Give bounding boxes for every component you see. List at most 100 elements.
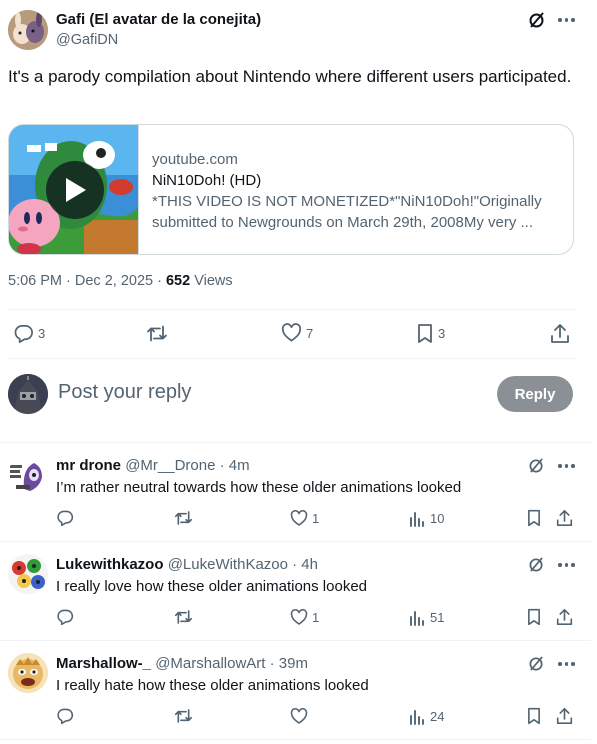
share-button[interactable] (556, 707, 573, 725)
reply-button[interactable]: 3 (13, 323, 45, 344)
reply-avatar[interactable] (8, 653, 48, 693)
bookmark-icon (526, 707, 542, 725)
grok-icon[interactable] (528, 655, 545, 672)
reply-submit-button[interactable]: Reply (497, 376, 573, 412)
bookmark-button[interactable] (526, 608, 542, 626)
tweet-meta: 5:06 PM · Dec 2, 2025 · 652 Views (8, 273, 233, 289)
more-icon[interactable] (558, 563, 575, 567)
views-count: 24 (430, 709, 445, 724)
share-button[interactable] (550, 323, 570, 344)
card-title: NiN10Doh! (HD) (152, 172, 262, 189)
author-name[interactable]: Gafi (El avatar de la conejita) (56, 11, 261, 28)
heart-icon (290, 510, 308, 527)
divider (0, 640, 591, 641)
share-icon (556, 707, 573, 725)
reply-avatar[interactable] (8, 554, 48, 594)
more-icon[interactable] (558, 464, 575, 468)
reply-icon (56, 608, 74, 626)
tweet-text: It's a parody compilation about Nintendo… (8, 67, 572, 86)
reply-author-name[interactable]: Lukewithkazoo (56, 556, 164, 573)
views-button[interactable]: 10 (408, 510, 444, 527)
reply-count: 3 (38, 326, 46, 341)
link-card[interactable]: youtube.com NiN10Doh! (HD) *THIS VIDEO I… (8, 124, 574, 255)
reply-author-handle[interactable]: @LukeWithKazoo · 4h (168, 556, 318, 573)
divider (0, 739, 591, 740)
retweet-icon (174, 509, 193, 527)
divider (0, 541, 591, 542)
share-button[interactable] (556, 509, 573, 527)
more-icon[interactable] (558, 662, 575, 666)
like-count: 1 (312, 610, 320, 625)
reply-avatar[interactable] (8, 455, 48, 495)
bookmark-count: 3 (438, 326, 446, 341)
bookmark-button[interactable]: 3 (416, 323, 445, 344)
play-icon[interactable] (46, 161, 104, 219)
views-button[interactable]: 51 (408, 609, 444, 626)
reply-author-handle[interactable]: @Mr__Drone · 4m (125, 457, 249, 474)
reply-button[interactable] (56, 509, 74, 527)
reply-author-name[interactable]: Marshallow-_ (56, 655, 151, 672)
like-button[interactable] (290, 708, 312, 725)
views-count: 652 (165, 273, 191, 289)
views-icon (408, 609, 426, 626)
share-icon (556, 509, 573, 527)
heart-icon (290, 609, 308, 626)
like-button[interactable]: 7 (281, 323, 313, 343)
grok-icon[interactable] (528, 457, 545, 474)
reply-icon (56, 509, 74, 527)
bookmark-icon (416, 323, 434, 344)
retweet-icon (174, 707, 193, 725)
divider (0, 442, 591, 443)
bookmark-button[interactable] (526, 509, 542, 527)
retweet-button[interactable] (174, 509, 193, 527)
reply-text: I really hate how these older animations… (56, 677, 369, 694)
bookmark-button[interactable] (526, 707, 542, 725)
divider (8, 358, 577, 359)
bookmark-icon (526, 608, 542, 626)
author-handle[interactable]: @GafiDN (56, 32, 118, 48)
reply-text: I really love how these older animations… (56, 578, 368, 595)
retweet-button[interactable] (174, 707, 193, 725)
views-count: 51 (430, 610, 445, 625)
reply-header: Marshallow-_ @MarshallowArt · 39m (56, 655, 308, 672)
retweet-icon (174, 608, 193, 626)
reply-header: mr drone @Mr__Drone · 4m (56, 457, 250, 474)
heart-icon (290, 708, 308, 725)
tweet-time[interactable]: 5:06 PM · Dec 2, 2025 · (8, 273, 166, 289)
user-avatar[interactable] (8, 374, 48, 414)
retweet-button[interactable] (174, 608, 193, 626)
views-label: Views (190, 273, 233, 289)
views-icon (408, 708, 426, 725)
card-description: *THIS VIDEO IS NOT MONETIZED*"NiN10Doh!"… (152, 193, 542, 231)
share-icon (550, 323, 570, 344)
share-button[interactable] (556, 608, 573, 626)
divider (8, 309, 577, 310)
reply-author-handle[interactable]: @MarshallowArt · 39m (155, 655, 308, 672)
reply-button[interactable] (56, 707, 74, 725)
like-count: 1 (312, 511, 320, 526)
share-icon (556, 608, 573, 626)
reply-icon (13, 323, 34, 344)
reply-header: Lukewithkazoo @LukeWithKazoo · 4h (56, 556, 318, 573)
bookmark-icon (526, 509, 542, 527)
video-thumbnail[interactable] (9, 125, 139, 254)
more-icon[interactable] (558, 18, 575, 22)
reply-icon (56, 707, 74, 725)
views-icon (408, 510, 426, 527)
like-button[interactable]: 1 (290, 609, 319, 626)
retweet-icon (146, 323, 168, 344)
reply-author-name[interactable]: mr drone (56, 457, 121, 474)
views-count: 10 (430, 511, 445, 526)
grok-icon[interactable] (528, 556, 545, 573)
views-button[interactable]: 24 (408, 708, 444, 725)
retweet-button[interactable] (146, 323, 172, 344)
card-domain: youtube.com (152, 151, 238, 168)
grok-icon[interactable] (528, 11, 546, 29)
like-button[interactable]: 1 (290, 510, 319, 527)
heart-icon (281, 323, 302, 343)
reply-text: I’m rather neutral towards how these old… (56, 479, 462, 496)
reply-input[interactable]: Post your reply (58, 381, 191, 404)
like-count: 7 (306, 325, 314, 341)
reply-button[interactable] (56, 608, 74, 626)
author-avatar[interactable] (8, 10, 48, 50)
